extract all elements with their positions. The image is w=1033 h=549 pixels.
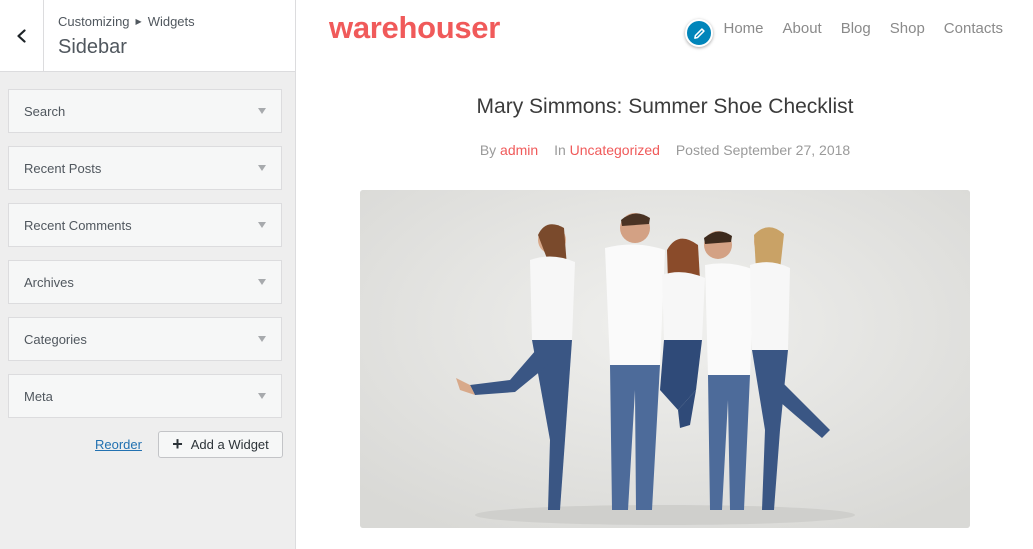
site-preview: warehouser Home About Blog Shop Contacts…	[297, 0, 1033, 549]
reorder-link[interactable]: Reorder	[95, 437, 142, 452]
customizer-header: Customizing ▶ Widgets Sidebar	[0, 0, 295, 72]
nav-contacts[interactable]: Contacts	[944, 20, 1003, 37]
author-prefix: By	[479, 142, 497, 158]
author-link[interactable]: admin	[500, 142, 538, 158]
breadcrumb-current: Widgets	[147, 14, 195, 29]
widget-categories[interactable]: Categories	[8, 317, 282, 361]
widget-recent-posts[interactable]: Recent Posts	[8, 146, 282, 190]
nav-about[interactable]: About	[783, 20, 822, 37]
post-date: Posted September 27, 2018	[675, 142, 851, 158]
add-widget-button[interactable]: + Add a Widget	[158, 431, 283, 458]
widget-label: Archives	[24, 274, 74, 290]
widget-label: Meta	[24, 388, 53, 404]
triangle-down-icon[interactable]	[258, 108, 266, 114]
nav-blog[interactable]: Blog	[841, 20, 871, 37]
widget-search[interactable]: Search	[8, 89, 282, 133]
triangle-down-icon[interactable]	[258, 279, 266, 285]
widget-label: Search	[24, 103, 66, 119]
panel-title: Sidebar	[58, 36, 127, 58]
category-prefix: In	[554, 142, 566, 158]
widget-archives[interactable]: Archives	[8, 260, 282, 304]
widget-label: Recent Posts	[24, 160, 102, 176]
plus-icon: +	[172, 433, 183, 454]
nav-shop[interactable]: Shop	[890, 20, 925, 37]
nav-home[interactable]: Home	[724, 20, 764, 37]
breadcrumb: Customizing ▶ Widgets	[58, 14, 195, 29]
breadcrumb-separator-icon: ▶	[135, 17, 142, 26]
triangle-down-icon[interactable]	[258, 165, 266, 171]
featured-image	[360, 190, 970, 528]
back-button[interactable]	[0, 0, 44, 71]
widget-label: Categories	[24, 331, 87, 347]
post-meta: By admin In Uncategorized Posted Septemb…	[297, 142, 1033, 158]
breadcrumb-parent: Customizing	[58, 14, 130, 29]
triangle-down-icon[interactable]	[258, 336, 266, 342]
category-link[interactable]: Uncategorized	[570, 142, 660, 158]
site-logo[interactable]: warehouser	[329, 10, 500, 46]
add-widget-label: Add a Widget	[190, 437, 269, 452]
post-title: Mary Simmons: Summer Shoe Checklist	[476, 95, 854, 118]
chevron-left-icon	[16, 28, 26, 43]
widget-label: Recent Comments	[24, 217, 132, 233]
triangle-down-icon[interactable]	[258, 222, 266, 228]
widget-recent-comments[interactable]: Recent Comments	[8, 203, 282, 247]
customizer-sidebar: Customizing ▶ Widgets Sidebar Search Rec…	[0, 0, 296, 549]
group-photo-illustration	[360, 190, 970, 528]
triangle-down-icon[interactable]	[258, 393, 266, 399]
main-nav: Home About Blog Shop Contacts	[705, 20, 1004, 37]
widget-meta[interactable]: Meta	[8, 374, 282, 418]
